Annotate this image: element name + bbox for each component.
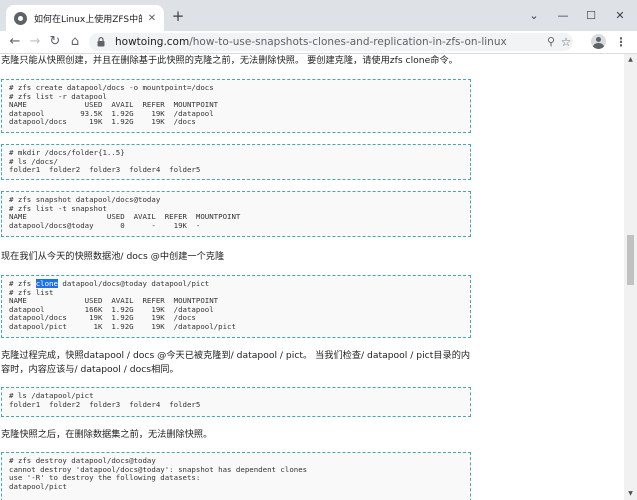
code-text: # zfs clone datapool/docs@today datapool… (9, 279, 464, 331)
scroll-up-arrow-icon[interactable]: ▲ (624, 54, 637, 66)
profile-avatar[interactable] (591, 34, 606, 49)
maximize-button[interactable]: ☐ (576, 0, 606, 31)
clone-result-paragraph: 克隆过程完成，快照datapool / docs @今天已被克隆到/ datap… (1, 350, 471, 375)
url-path: /how-to-use-snapshots-clones-and-replica… (189, 36, 507, 48)
new-tab-button[interactable]: + (170, 8, 186, 24)
clone-intro-paragraph: 现在我们从今天的快照数据池/ docs @中创建一个克隆 (1, 251, 225, 262)
code-block-ls: # ls /datapool/pict folder1 folder2 fold… (1, 387, 471, 417)
close-window-button[interactable]: ✕ (605, 0, 635, 31)
page-content: 克隆只能从快照创建，并且在删除基于此快照的克隆之前，无法删除快照。 要创建克隆，… (0, 54, 624, 500)
url-text[interactable]: howtoing.com/how-to-use-snapshots-clones… (115, 35, 507, 49)
scrollbar-thumb[interactable] (627, 235, 634, 285)
browser-menu-icon[interactable]: ⋮ (615, 34, 627, 50)
minimize-button[interactable]: — (548, 0, 578, 31)
tab-search-icon[interactable]: ⌄ (519, 0, 549, 31)
reload-button[interactable]: ↻ (47, 34, 63, 50)
tab-strip: 如何在Linux上使用ZFS中的快照、克隆和复制 ✕ + ⌄ — ☐ ✕ (0, 0, 637, 31)
back-button[interactable]: ← (7, 34, 23, 50)
search-icon[interactable]: ⚲ (543, 34, 559, 50)
tab-close-icon[interactable]: ✕ (146, 13, 158, 24)
tab-title: 如何在Linux上使用ZFS中的快照、克隆和复制 (34, 14, 142, 25)
code-block-destroy: # zfs destroy datapool/docs@today cannot… (1, 452, 471, 500)
url-host: howtoing.com (115, 36, 190, 48)
code-block-clone: # zfs clone datapool/docs@today datapool… (1, 275, 471, 338)
code-block-mkdir: # mkdir /docs/folder{1..5} # ls /docs/ f… (1, 144, 471, 180)
address-bar[interactable]: howtoing.com/how-to-use-snapshots-clones… (89, 33, 573, 51)
code-text: # zfs destroy datapool/docs@today cannot… (9, 456, 308, 491)
browser-toolbar: ← → ↻ ⌂ howtoing.com/how-to-use-snapshot… (0, 31, 637, 54)
globe-favicon-icon (14, 11, 27, 25)
page-scrollbar[interactable]: ▲ ▼ (624, 54, 637, 500)
intro-paragraph: 克隆只能从快照创建，并且在删除基于此快照的克隆之前，无法删除快照。 要创建克隆，… (1, 55, 458, 66)
code-rest: datapool/docs@today datapool/pict # zfs … (9, 279, 236, 331)
code-text: # ls /datapool/pict folder1 folder2 fold… (9, 391, 201, 409)
lock-icon[interactable] (97, 37, 105, 47)
code-text: # zfs create datapool/docs -o mountpoint… (9, 83, 219, 126)
code-text: # mkdir /docs/folder{1..5} # ls /docs/ f… (9, 148, 201, 174)
scroll-down-arrow-icon[interactable]: ▼ (624, 488, 637, 500)
bookmark-star-icon[interactable]: ☆ (558, 34, 574, 50)
forward-button[interactable]: → (27, 34, 43, 50)
code-text: # zfs snapshot datapool/docs@today # zfs… (9, 195, 241, 230)
browser-tab[interactable]: 如何在Linux上使用ZFS中的快照、克隆和复制 ✕ (6, 5, 164, 31)
home-button[interactable]: ⌂ (67, 34, 83, 50)
code-block-create: # zfs create datapool/docs -o mountpoint… (1, 79, 471, 133)
destroy-note-paragraph: 克隆快照之后，在删除数据集之前，无法删除快照。 (1, 429, 213, 440)
code-block-snapshot: # zfs snapshot datapool/docs@today # zfs… (1, 191, 471, 237)
